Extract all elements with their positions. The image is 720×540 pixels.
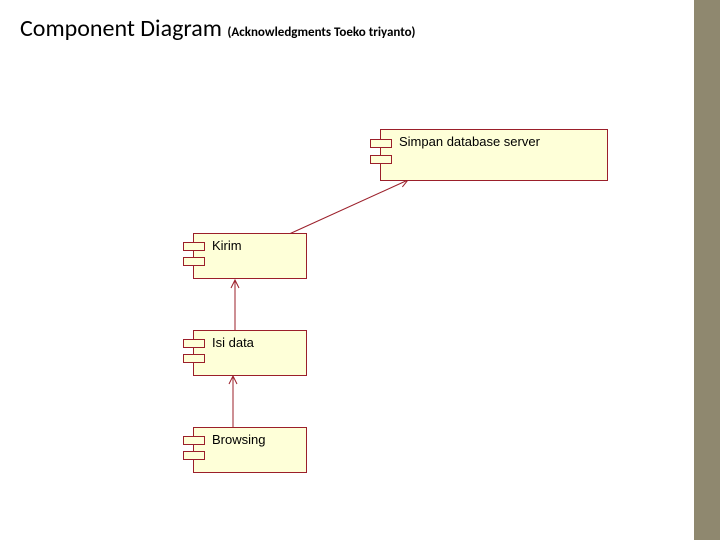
- component-browsing: Browsing: [183, 427, 307, 473]
- component-kirim: Kirim: [183, 233, 307, 279]
- title-sub: (Acknowledgments Toeko triyanto): [227, 25, 415, 40]
- slide: Component Diagram (Acknowledgments Toeko…: [0, 0, 720, 540]
- component-tab-icon: [183, 354, 205, 363]
- dependency-arrows: [0, 0, 720, 540]
- component-tab-icon: [183, 451, 205, 460]
- component-label: Simpan database server: [399, 134, 540, 149]
- title-main: Component Diagram: [20, 14, 222, 43]
- decorative-sidebar: [694, 0, 720, 540]
- component-tab-icon: [183, 436, 205, 445]
- component-tab-icon: [183, 257, 205, 266]
- component-label: Isi data: [212, 335, 254, 350]
- component-body: Isi data: [193, 330, 307, 376]
- component-tab-icon: [183, 242, 205, 251]
- component-tab-icon: [183, 339, 205, 348]
- component-body: Kirim: [193, 233, 307, 279]
- component-body: Browsing: [193, 427, 307, 473]
- component-label: Kirim: [212, 238, 242, 253]
- component-label: Browsing: [212, 432, 265, 447]
- component-isi: Isi data: [183, 330, 307, 376]
- component-tab-icon: [370, 139, 392, 148]
- component-body: Simpan database server: [380, 129, 608, 181]
- slide-title: Component Diagram (Acknowledgments Toeko…: [20, 14, 415, 43]
- component-tab-icon: [370, 155, 392, 164]
- component-simpan: Simpan database server: [370, 129, 608, 181]
